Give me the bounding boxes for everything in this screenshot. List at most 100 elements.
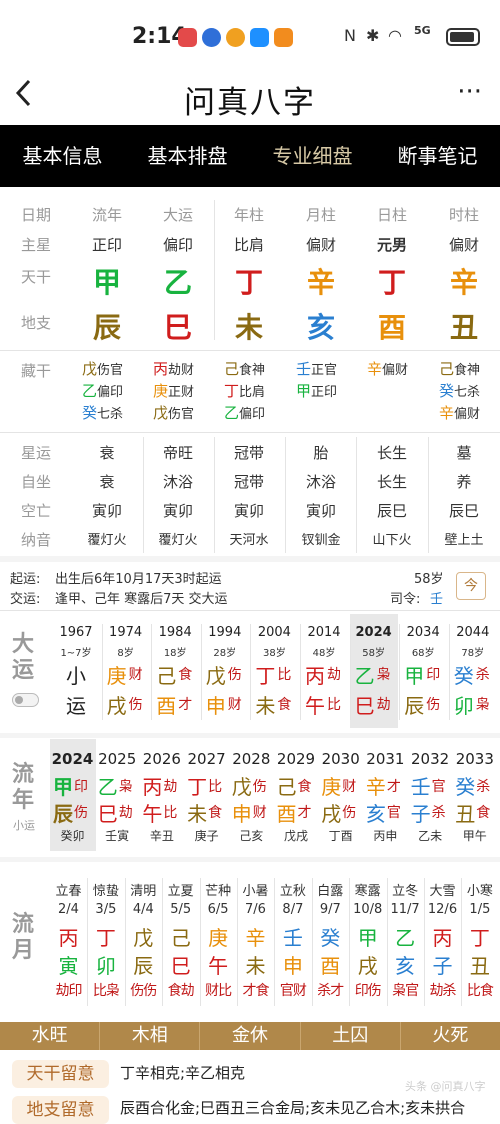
liuyue-zhi[interactable]: 未 [237,950,274,979]
liuyue-gan[interactable]: 乙 [387,922,424,951]
dayun-divider [399,624,401,720]
liunian-year[interactable]: 2029 [274,750,319,768]
liuyue-gan[interactable]: 戊 [125,922,162,951]
dayun-gan[interactable]: 戊 [206,660,226,689]
liunian-year[interactable]: 2024 [50,750,95,768]
liunian-gan[interactable]: 壬 [411,771,431,800]
liuyue-zhi[interactable]: 午 [200,950,237,979]
dayun-year[interactable]: 1994 [201,625,249,640]
earthly-branch-note-tag[interactable]: 地支留意 [12,1096,109,1124]
canggan-char: 己 [439,360,455,378]
liuyue-zhi[interactable]: 丑 [461,950,498,979]
dayun-year[interactable]: 1984 [151,625,199,640]
liunian-gan[interactable]: 辛 [366,771,386,800]
liuyue-gan[interactable]: 辛 [237,922,274,951]
liunian-zhi-shishen: 比 [163,805,178,821]
liunian-year[interactable]: 2026 [139,750,184,768]
dayun-zhi[interactable]: 申 [206,690,226,719]
dayun-gan[interactable]: 己 [156,660,176,689]
dayun-year[interactable]: 2024 [350,625,398,640]
liuyue-zhi[interactable]: 卯 [87,950,124,979]
liunian-year[interactable]: 2027 [184,750,229,768]
dayun-gan[interactable]: 丙 [305,660,325,689]
liuyue-shishen: 伤伤 [130,983,157,999]
liunian-gan[interactable]: 庚 [321,771,341,800]
liunian-zhi[interactable]: 午 [142,798,162,827]
dayun-gan[interactable]: 癸 [454,660,474,689]
liuyue-gan[interactable]: 己 [162,922,199,951]
liunian-zhi[interactable]: 辰 [53,798,73,827]
liunian-year[interactable]: 2031 [363,750,408,768]
dayun-toggle[interactable] [12,693,39,707]
dayun-zhi[interactable]: 午 [305,690,325,719]
liuyue-zhi[interactable]: 酉 [312,950,349,979]
dayun-year[interactable]: 2044 [449,625,497,640]
liuyue-zhi[interactable]: 巳 [162,950,199,979]
dayun-zhi[interactable]: 运 [52,690,100,719]
info-row-value: 天河水 [229,533,269,548]
heavenly-stem-note-tag[interactable]: 天干留意 [12,1060,109,1088]
dayun-gan[interactable]: 庚 [107,660,127,689]
dayun-gan[interactable]: 甲 [404,660,424,689]
liunian-year[interactable]: 2025 [95,750,140,768]
dayun-year[interactable]: 2034 [399,625,447,640]
dayun-divider [349,624,351,720]
dayun-gan[interactable]: 丁 [255,660,275,689]
liuyue-gan[interactable]: 癸 [312,922,349,951]
liuyue-zhi[interactable]: 寅 [50,950,87,979]
more-menu-icon[interactable]: ··· [457,77,482,107]
liunian-gan[interactable]: 乙 [98,771,118,800]
liunian-zhi[interactable]: 未 [187,798,207,827]
liuyue-gan[interactable]: 壬 [274,922,311,951]
liuyue-gan[interactable]: 丁 [87,922,124,951]
dayun-gan[interactable]: 小 [52,660,100,689]
tab-notes[interactable]: 断事笔记 [375,125,500,187]
dayun-year[interactable]: 1974 [102,625,150,640]
dayun-divider [250,624,252,720]
tab-professional-detail[interactable]: 专业细盘 [250,125,375,187]
dayun-zhi[interactable]: 卯 [454,690,474,719]
liunian-zhi[interactable]: 丑 [455,798,475,827]
tab-basic-info[interactable]: 基本信息 [0,125,125,187]
liunian-zhi[interactable]: 亥 [366,798,386,827]
liuyue-zhi[interactable]: 子 [424,950,461,979]
liunian-gan[interactable]: 癸 [455,771,475,800]
dayun-zhi[interactable]: 巳 [355,690,375,719]
liunian-gan[interactable]: 丙 [142,771,162,800]
dayun-year[interactable]: 2004 [250,625,298,640]
liuyue-zhi[interactable]: 戌 [349,950,386,979]
liuyue-gan[interactable]: 丙 [424,922,461,951]
liunian-gan[interactable]: 甲 [53,771,73,800]
dayun-zhi[interactable]: 酉 [156,690,176,719]
liunian-gan[interactable]: 丁 [187,771,207,800]
tab-basic-chart[interactable]: 基本排盘 [125,125,250,187]
liunian-year[interactable]: 2030 [318,750,363,768]
liuyue-gan[interactable]: 庚 [200,922,237,951]
liunian-zhi[interactable]: 子 [411,798,431,827]
dayun-label: 大运 [12,632,35,683]
dayun-year[interactable]: 2014 [300,625,348,640]
liunian-zhi[interactable]: 巳 [98,798,118,827]
solar-term-date: 8/7 [282,902,304,917]
liunian-gan[interactable]: 己 [277,771,297,800]
liunian-year[interactable]: 2028 [229,750,274,768]
dayun-zhi[interactable]: 辰 [404,690,424,719]
liuyue-gan[interactable]: 甲 [349,922,386,951]
liunian-gan[interactable]: 戊 [232,771,252,800]
pillar-head: 年柱 [233,206,264,224]
dayun-zhi[interactable]: 戌 [107,690,127,719]
liunian-zhi[interactable]: 戌 [321,798,341,827]
dayun-gan[interactable]: 乙 [355,660,375,689]
liuyue-zhi[interactable]: 辰 [125,950,162,979]
liuyue-zhi[interactable]: 申 [274,950,311,979]
liunian-year[interactable]: 2032 [408,750,453,768]
liunian-year[interactable]: 2033 [452,750,497,768]
dayun-year[interactable]: 1967 [52,625,100,640]
liuyue-gan[interactable]: 丙 [50,922,87,951]
liuyue-gan[interactable]: 丁 [461,922,498,951]
liunian-zhi[interactable]: 酉 [277,798,297,827]
liunian-zhi[interactable]: 申 [232,798,252,827]
liuyue-zhi[interactable]: 亥 [387,950,424,979]
calendar-icon[interactable]: 今 [456,572,486,600]
dayun-zhi[interactable]: 未 [255,690,275,719]
